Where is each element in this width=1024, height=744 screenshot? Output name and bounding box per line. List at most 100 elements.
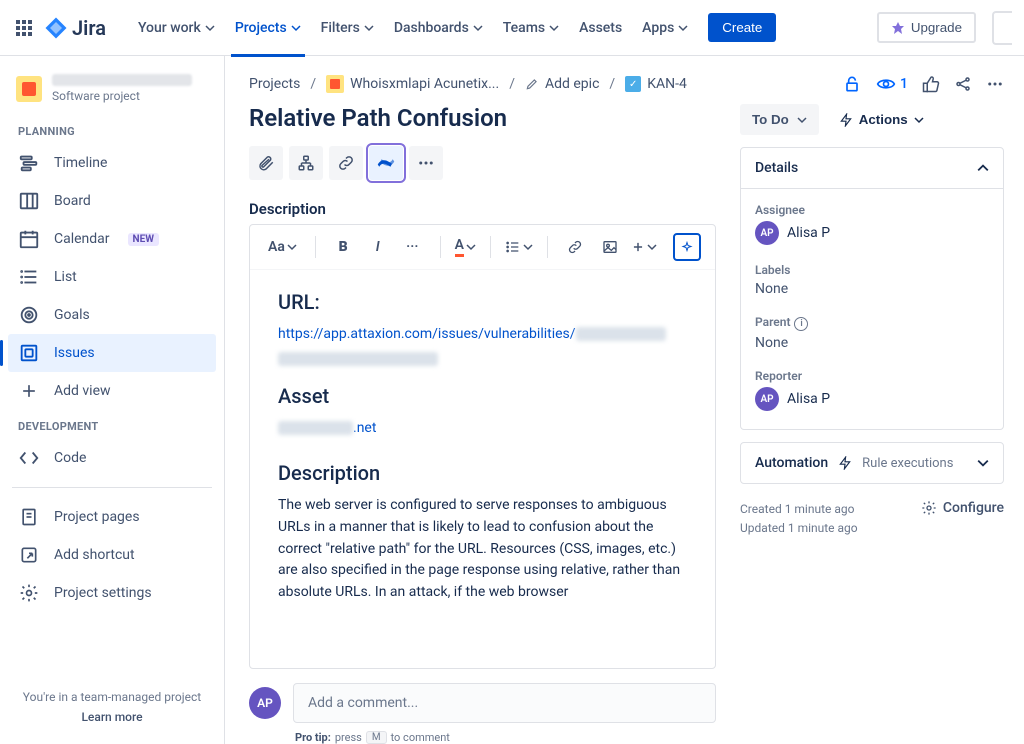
sidebar-item-project-pages[interactable]: Project pages [8,498,216,536]
configure-button[interactable]: Configure [921,500,1004,516]
image-button[interactable] [596,233,623,261]
field-parent[interactable]: Parenti None [755,315,989,351]
bold-button[interactable]: B [330,233,357,261]
page-icon [18,506,40,528]
share-button[interactable] [954,75,972,93]
details-panel: Details Assignee AP Alisa P Labels [740,147,1004,430]
new-badge: NEW [128,233,159,246]
watch-button[interactable]: 1 [876,74,908,94]
nav-filters[interactable]: Filters [313,12,382,44]
inner-description-body: The web server is configured to serve re… [278,495,687,603]
issue-action-bar [249,146,716,180]
field-labels[interactable]: Labels None [755,263,989,297]
ai-button[interactable] [673,233,701,261]
actions-dropdown[interactable]: Actions [829,104,934,135]
project-icon [16,76,42,102]
jira-logo-text: Jira [72,16,106,40]
timeline-icon [18,152,40,174]
learn-more-link[interactable]: Learn more [8,710,216,724]
text-style-button[interactable]: Aa [264,233,301,261]
jira-logo[interactable]: Jira [44,16,106,40]
info-icon[interactable]: i [794,317,808,331]
protip: Pro tip: press M to comment [295,731,716,744]
lock-icon[interactable] [842,74,862,94]
shortcut-icon [18,544,40,566]
sidebar-item-add-view[interactable]: Add view [8,372,216,410]
app-switcher-icon[interactable] [12,16,36,40]
url-heading: URL: [278,290,687,314]
bolt-icon [838,456,852,470]
issue-title[interactable]: Relative Path Confusion [249,104,716,132]
sidebar-footer: You're in a team-managed project Learn m… [8,682,216,736]
sidebar-item-board[interactable]: Board [8,182,216,220]
section-development: DEVELOPMENT [8,410,216,439]
chevron-down-icon [977,457,989,469]
project-header[interactable]: Software project [8,74,216,115]
project-name-redacted [52,74,192,86]
sidebar: Software project PLANNING Timeline Board… [0,56,225,744]
sidebar-item-calendar[interactable]: Calendar NEW [8,220,216,258]
chevron-up-icon [977,162,989,174]
text-color-button[interactable]: A [455,233,476,261]
nav-assets[interactable]: Assets [571,12,630,44]
plus-icon [18,380,40,402]
more-button[interactable] [986,75,1004,93]
sidebar-item-goals[interactable]: Goals [8,296,216,334]
pencil-icon [525,77,539,91]
asset-heading: Asset [278,384,687,408]
section-planning: PLANNING [8,115,216,144]
sidebar-item-code[interactable]: Code [8,439,216,477]
details-header[interactable]: Details [741,148,1003,189]
comment-avatar: AP [249,687,281,719]
create-button[interactable]: Create [708,13,776,42]
italic-button[interactable]: I [364,233,391,261]
editor-body[interactable]: URL: https://app.attaxion.com/issues/vul… [250,270,715,668]
bc-project[interactable]: Whoisxmlapi Acunetix... [326,75,499,93]
status-dropdown[interactable]: To Do [740,104,819,135]
gear-icon [18,582,40,604]
inner-description-heading: Description [278,461,687,485]
nav-dashboards[interactable]: Dashboards [386,12,491,44]
nav-apps[interactable]: Apps [634,12,696,44]
url-link[interactable]: https://app.attaxion.com/issues/vulnerab… [278,326,666,342]
details-sidebar: To Do Actions Details [740,104,1004,744]
upgrade-button[interactable]: Upgrade [877,12,976,43]
field-reporter[interactable]: Reporter AP Alisa P [755,369,989,411]
meta-timestamps: Created 1 minute ago Updated 1 minute ag… [740,500,858,538]
more-actions-button[interactable] [409,146,443,180]
sidebar-item-add-shortcut[interactable]: Add shortcut [8,536,216,574]
confluence-button[interactable] [369,146,403,180]
bc-projects[interactable]: Projects [249,76,300,92]
calendar-icon [18,228,40,250]
sidebar-item-timeline[interactable]: Timeline [8,144,216,182]
link-button[interactable] [329,146,363,180]
editor-link-button[interactable] [562,233,589,261]
bc-project-icon [326,75,344,93]
top-navigation: Jira Your work Projects Filters Dashboar… [0,0,1024,56]
gear-icon [921,500,937,516]
reporter-avatar: AP [755,387,779,411]
bolt-icon [839,113,853,127]
more-format-button[interactable]: ··· [399,233,426,261]
topnav-right-cutoff [992,11,1012,45]
goals-icon [18,304,40,326]
insert-button[interactable] [631,233,657,261]
sidebar-item-project-settings[interactable]: Project settings [8,574,216,612]
field-assignee[interactable]: Assignee AP Alisa P [755,203,989,245]
nav-items: Your work Projects Filters Dashboards Te… [130,12,776,44]
subtask-button[interactable] [289,146,323,180]
nav-your-work[interactable]: Your work [130,12,223,44]
bc-issue-key[interactable]: ✓ KAN-4 [625,76,687,92]
list-button[interactable] [505,233,533,261]
nav-teams[interactable]: Teams [495,12,567,44]
comment-row: AP Add a comment... [249,669,716,727]
bc-add-epic[interactable]: Add epic [525,76,599,92]
asset-link[interactable]: .net [278,420,376,436]
sidebar-item-list[interactable]: List [8,258,216,296]
automation-panel[interactable]: Automation Rule executions [740,442,1004,484]
comment-input[interactable]: Add a comment... [293,683,716,723]
nav-projects[interactable]: Projects [227,12,309,44]
sidebar-item-issues[interactable]: Issues [8,334,216,372]
like-button[interactable] [922,75,940,93]
attach-button[interactable] [249,146,283,180]
